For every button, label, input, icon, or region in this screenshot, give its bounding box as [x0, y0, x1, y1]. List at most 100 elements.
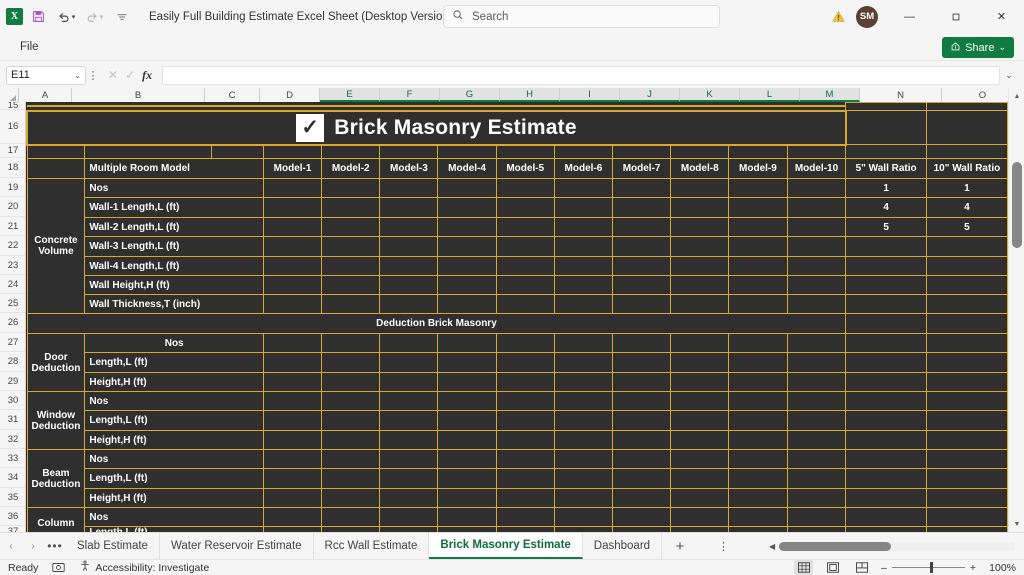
data-cell-32-model-1[interactable] — [262, 430, 323, 450]
column-header-n[interactable]: N — [860, 88, 942, 102]
data-cell-34-model-9[interactable] — [728, 468, 788, 489]
empty-cell-o26[interactable] — [925, 313, 1008, 334]
data-cell-30-model-3[interactable] — [379, 391, 439, 411]
data-cell-19-model-8[interactable] — [670, 178, 730, 198]
formula-options-icon[interactable]: ⋮ — [86, 69, 100, 82]
empty-cell-a18[interactable] — [26, 158, 86, 179]
expand-formula-bar-icon[interactable]: ⌄ — [1000, 70, 1018, 81]
data-cell-21-model-9[interactable] — [728, 217, 788, 237]
row-label-beam-nos[interactable]: Nos — [84, 449, 264, 469]
ratio10-cell-29[interactable] — [925, 372, 1008, 392]
row-header-29[interactable]: 29 — [0, 372, 25, 391]
data-cell-22-model-2[interactable] — [321, 236, 381, 257]
data-cell-27-model-5[interactable] — [495, 333, 555, 353]
data-cell-27-model-2[interactable] — [321, 333, 381, 353]
undo-icon[interactable]: ▾ — [53, 5, 79, 29]
data-cell-25-model-7[interactable] — [611, 294, 672, 314]
data-cell-30-model-6[interactable] — [553, 391, 614, 411]
data-cell-32-model-4[interactable] — [437, 430, 497, 450]
data-cell-20-model-4[interactable] — [437, 197, 497, 218]
save-icon[interactable] — [25, 5, 51, 29]
row-label-door-height-h-ft[interactable]: Height,H (ft) — [84, 372, 264, 392]
data-cell-25-model-5[interactable] — [495, 294, 555, 314]
ratio5-cell-29[interactable] — [845, 372, 927, 392]
data-cell-28-model-6[interactable] — [553, 352, 614, 373]
empty-cell-n15[interactable] — [845, 102, 927, 111]
data-cell-20-model-5[interactable] — [495, 197, 555, 218]
data-cell-21-model-1[interactable] — [262, 217, 323, 237]
row-header-19[interactable]: 19 — [0, 178, 25, 197]
data-cell-27-model-10[interactable] — [786, 333, 847, 353]
data-cell-24-model-5[interactable] — [495, 275, 555, 295]
data-cell-31-model-1[interactable] — [262, 410, 323, 431]
data-cell-36-model-2[interactable] — [321, 507, 381, 527]
header-model-10[interactable]: Model-10 — [786, 158, 847, 179]
spacer-cell-17-1[interactable] — [84, 144, 212, 159]
data-cell-29-model-7[interactable] — [611, 372, 672, 392]
data-cell-19-model-7[interactable] — [611, 178, 672, 198]
empty-cell-o15[interactable] — [925, 102, 1008, 111]
data-cell-31-model-9[interactable] — [728, 410, 788, 431]
data-cell-30-model-4[interactable] — [437, 391, 497, 411]
empty-cell-n26[interactable] — [845, 313, 927, 334]
row-label-door-nos[interactable]: Nos — [84, 333, 264, 353]
data-cell-21-model-8[interactable] — [670, 217, 730, 237]
column-header-c[interactable]: C — [205, 88, 260, 102]
data-cell-25-model-9[interactable] — [728, 294, 788, 314]
data-cell-29-model-1[interactable] — [262, 372, 323, 392]
row-header-34[interactable]: 34 — [0, 468, 25, 488]
ratio5-cell-23[interactable] — [845, 256, 927, 276]
ratio10-cell-27[interactable] — [925, 333, 1008, 353]
data-cell-28-model-2[interactable] — [321, 352, 381, 373]
data-cell-33-model-6[interactable] — [553, 449, 614, 469]
data-cell-28-model-9[interactable] — [728, 352, 788, 373]
data-cell-29-model-3[interactable] — [379, 372, 439, 392]
data-cell-31-model-4[interactable] — [437, 410, 497, 431]
data-cell-19-model-5[interactable] — [495, 178, 555, 198]
warning-icon[interactable] — [825, 4, 851, 30]
data-cell-22-model-8[interactable] — [670, 236, 730, 257]
spacer-cell-17-8[interactable] — [553, 144, 614, 159]
data-cell-22-model-3[interactable] — [379, 236, 439, 257]
header-model-6[interactable]: Model-6 — [553, 158, 614, 179]
header-model-9[interactable]: Model-9 — [728, 158, 788, 179]
column-header-b[interactable]: B — [72, 88, 205, 102]
data-cell-27-model-1[interactable] — [262, 333, 323, 353]
data-cell-29-model-4[interactable] — [437, 372, 497, 392]
data-cell-35-model-7[interactable] — [611, 488, 672, 508]
row-label-wall-3-length-l-ft[interactable]: Wall-3 Length,L (ft) — [84, 236, 264, 257]
data-cell-23-model-2[interactable] — [321, 256, 381, 276]
ratio10-cell-35[interactable] — [925, 488, 1008, 508]
accessibility-status[interactable]: Accessibility: Investigate — [79, 560, 209, 575]
maximize-button[interactable] — [933, 0, 978, 33]
data-cell-24-model-6[interactable] — [553, 275, 614, 295]
ratio10-cell-34[interactable] — [925, 468, 1008, 489]
data-cell-34-model-1[interactable] — [262, 468, 323, 489]
ratio5-cell-24[interactable] — [845, 275, 927, 295]
data-cell-34-model-8[interactable] — [670, 468, 730, 489]
ratio10-cell-25[interactable] — [925, 294, 1008, 314]
sheet-tab-brick-masonry-estimate[interactable]: Brick Masonry Estimate — [429, 533, 583, 559]
data-cell-25-model-3[interactable] — [379, 294, 439, 314]
data-cell-19-model-4[interactable] — [437, 178, 497, 198]
ratio5-cell-30[interactable] — [845, 391, 927, 411]
ratio5-cell-35[interactable] — [845, 488, 927, 508]
next-sheet-icon[interactable]: › — [22, 535, 44, 557]
header-10in-wall-ratio[interactable]: 10" Wall Ratio — [925, 158, 1008, 179]
data-cell-28-model-7[interactable] — [611, 352, 672, 373]
ratio10-cell-19[interactable]: 1 — [925, 178, 1008, 198]
ratio10-cell-22[interactable] — [925, 236, 1008, 257]
row-label-window-nos[interactable]: Nos — [84, 391, 264, 411]
data-cell-36-model-9[interactable] — [728, 507, 788, 527]
row-label-window-length-l-ft[interactable]: Length,L (ft) — [84, 410, 264, 431]
data-cell-31-model-6[interactable] — [553, 410, 614, 431]
data-cell-36-model-10[interactable] — [786, 507, 847, 527]
row-header-28[interactable]: 28 — [0, 352, 25, 372]
column-header-e[interactable]: E — [320, 88, 380, 102]
data-cell-24-model-9[interactable] — [728, 275, 788, 295]
row-header-36[interactable]: 36 — [0, 507, 25, 526]
data-cell-35-model-8[interactable] — [670, 488, 730, 508]
close-button[interactable]: ✕ — [979, 0, 1024, 33]
column-header-m[interactable]: M — [800, 88, 860, 102]
ratio5-cell-27[interactable] — [845, 333, 927, 353]
